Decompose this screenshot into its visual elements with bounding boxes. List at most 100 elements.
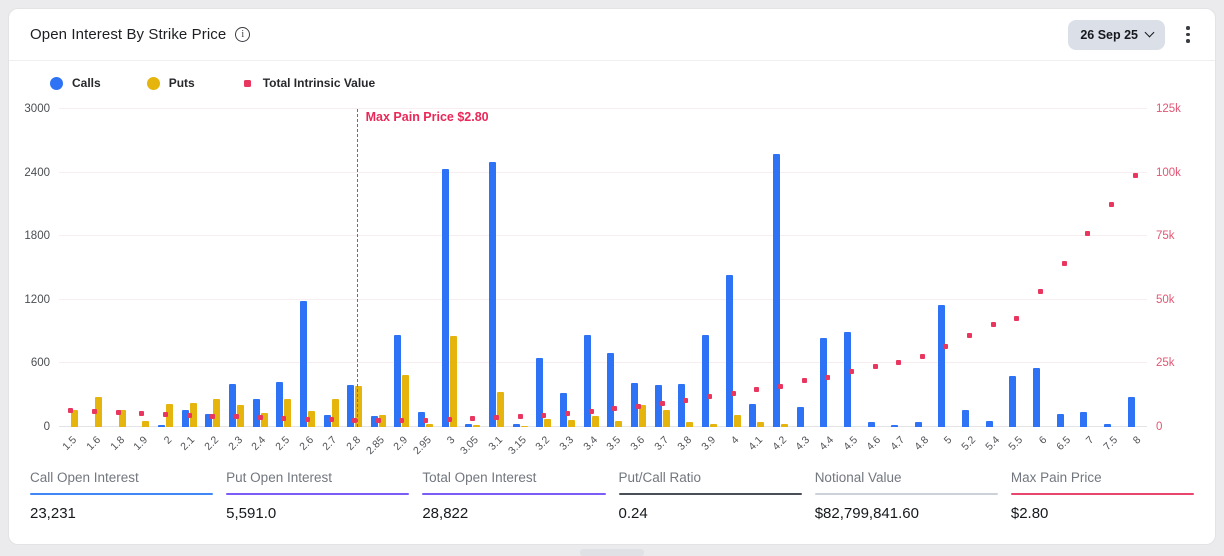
intrinsic-value-dot (518, 414, 523, 419)
x-axis-label: 4.2 (770, 434, 789, 453)
x-axis-label: 4 (729, 434, 742, 447)
expiry-date-dropdown[interactable]: 26 Sep 25 (1068, 20, 1165, 50)
stat-call-open-interest: Call Open Interest 23,231 (30, 470, 213, 522)
stat-label: Call Open Interest (30, 470, 213, 485)
x-axis-label: 5.5 (1007, 434, 1026, 453)
x-axis-label: 1.8 (108, 434, 127, 453)
intrinsic-value-dot (423, 418, 428, 423)
puts-bar (473, 425, 480, 427)
info-icon[interactable]: i (235, 27, 250, 42)
intrinsic-value-dot (68, 408, 73, 413)
left-axis-tick-label: 1200 (24, 294, 50, 306)
calls-bar (489, 162, 496, 427)
x-axis-label: 4.1 (746, 434, 765, 453)
puts-bar (521, 426, 528, 427)
intrinsic-value-dot (991, 322, 996, 327)
right-axis-tick-label: 50k (1156, 294, 1175, 306)
calls-bar (1128, 397, 1135, 427)
x-axis-label: 7 (1084, 434, 1097, 447)
stat-value: $82,799,841.60 (815, 505, 998, 522)
calls-bar (726, 275, 733, 427)
stat-underline (1011, 493, 1194, 495)
x-axis-label: 3 (445, 434, 458, 447)
calls-bar (158, 425, 165, 427)
calls-bar (986, 421, 993, 427)
calls-bar (1057, 414, 1064, 427)
stat-underline (619, 493, 802, 495)
stat-put-open-interest: Put Open Interest 5,591.0 (226, 470, 409, 522)
puts-bar (426, 424, 433, 427)
puts-bar (213, 399, 220, 427)
x-axis-label: 4.6 (865, 434, 884, 453)
chart-plot-area: 0060025k120050k180075k2400100k3000125k1.… (59, 109, 1147, 427)
x-axis-label: 2.2 (202, 434, 221, 453)
puts-bar (615, 421, 622, 427)
x-axis-label: 2.9 (392, 434, 411, 453)
legend-item-total-intrinsic-value[interactable]: Total Intrinsic Value (241, 76, 375, 90)
intrinsic-value-dot (1014, 316, 1019, 321)
header-actions: 26 Sep 25 (1068, 20, 1201, 50)
stat-value: $2.80 (1011, 505, 1194, 522)
intrinsic-value-dot (1038, 289, 1043, 294)
calls-bar (394, 335, 401, 427)
x-axis-label: 4.8 (912, 434, 931, 453)
puts-bar (710, 424, 717, 427)
stat-label: Total Open Interest (422, 470, 605, 485)
puts-bar (497, 392, 504, 427)
intrinsic-value-dot (281, 416, 286, 421)
x-axis-label: 3.6 (628, 434, 647, 453)
x-axis-label: 5.4 (983, 434, 1002, 453)
calls-bar (891, 425, 898, 427)
puts-bar (568, 420, 575, 427)
gridline (59, 299, 1147, 300)
puts-bar (450, 336, 457, 427)
stat-put-call-ratio: Put/Call Ratio 0.24 (619, 470, 802, 522)
puts-bar (757, 422, 764, 427)
calls-bar (868, 422, 875, 427)
legend-item-puts[interactable]: Puts (147, 76, 195, 90)
calls-bar (962, 410, 969, 427)
intrinsic-value-dot (920, 354, 925, 359)
intrinsic-value-dot (660, 401, 665, 406)
x-axis-label: 2.7 (321, 434, 340, 453)
max-pain-line: Max Pain Price $2.80 (357, 109, 358, 427)
puts-bar (544, 419, 551, 427)
gridline (59, 108, 1147, 109)
puts-bar (686, 422, 693, 427)
calls-bar (844, 332, 851, 427)
stat-underline (422, 493, 605, 495)
intrinsic-marker-icon (244, 80, 251, 87)
expiry-date-label: 26 Sep 25 (1080, 28, 1138, 42)
x-axis-label: 3.15 (506, 434, 529, 457)
calls-bar (607, 353, 614, 427)
x-axis-label: 2.5 (273, 434, 292, 453)
x-axis-label: 3.5 (604, 434, 623, 453)
calls-bar (229, 384, 236, 427)
left-axis-tick-label: 3000 (24, 103, 50, 115)
intrinsic-value-dot (896, 360, 901, 365)
calls-bar (1080, 412, 1087, 427)
intrinsic-value-dot (305, 417, 310, 422)
x-axis-label: 2 (161, 434, 174, 447)
stat-label: Put Open Interest (226, 470, 409, 485)
x-axis-label: 3.3 (557, 434, 576, 453)
legend-label: Puts (169, 76, 195, 90)
x-axis-label: 2.1 (179, 434, 198, 453)
intrinsic-value-dot (565, 411, 570, 416)
gridline (59, 235, 1147, 236)
intrinsic-value-dot (163, 412, 168, 417)
kebab-dot (1186, 26, 1190, 30)
intrinsic-value-dot (494, 415, 499, 420)
calls-bar (820, 338, 827, 427)
stat-label: Notional Value (815, 470, 998, 485)
legend-item-calls[interactable]: Calls (50, 76, 101, 90)
kebab-menu-button[interactable] (1175, 20, 1201, 50)
right-axis-tick-label: 125k (1156, 103, 1181, 115)
calls-bar (797, 407, 804, 427)
stat-value: 0.24 (619, 505, 802, 522)
x-axis-label: 2.8 (344, 434, 363, 453)
intrinsic-value-dot (873, 364, 878, 369)
intrinsic-value-dot (352, 418, 357, 423)
intrinsic-value-dot (258, 415, 263, 420)
calls-bar (702, 335, 709, 427)
